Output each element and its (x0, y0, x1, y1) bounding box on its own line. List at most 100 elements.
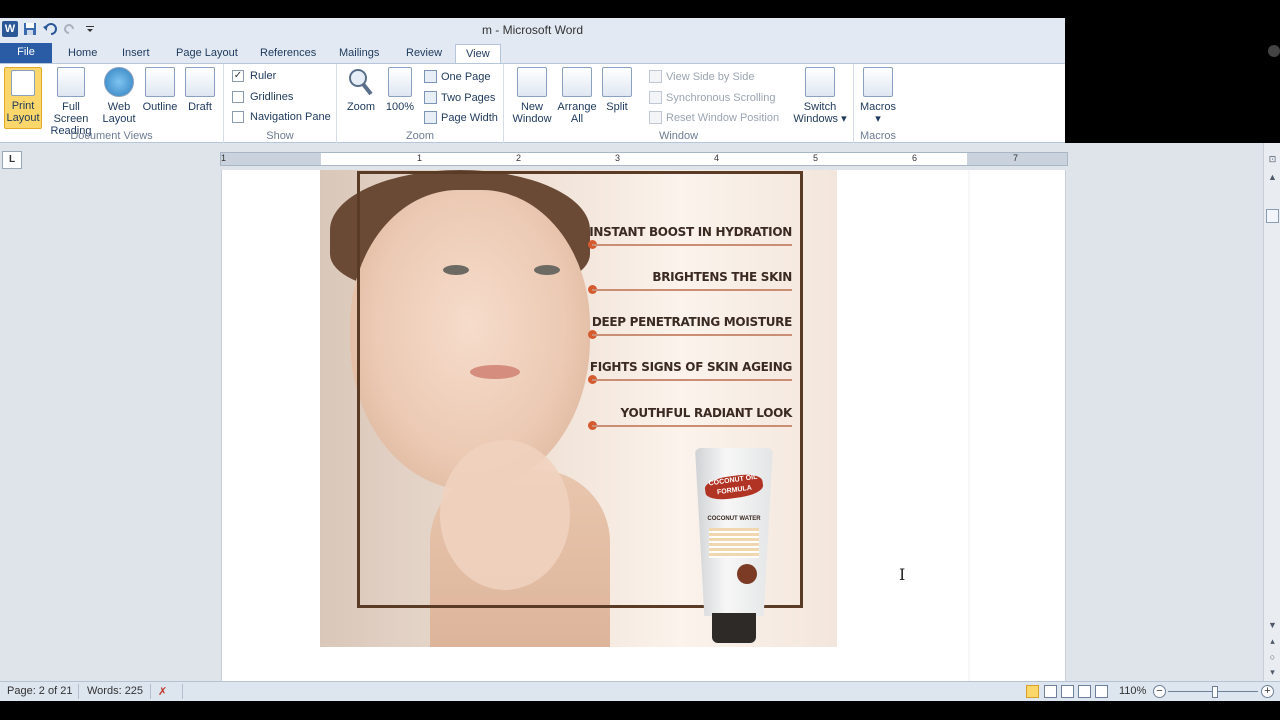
full-screen-reading-view-icon[interactable] (1044, 685, 1057, 698)
zoom-in-icon[interactable]: + (1261, 685, 1274, 698)
group-macros: Macros ▾ Macros (854, 64, 902, 143)
claim-item: YOUTHFUL RADIANT LOOK (588, 406, 798, 430)
word-count[interactable]: Words: 225 (87, 685, 143, 697)
select-browse-object-icon[interactable]: ○ (1266, 651, 1279, 664)
group-document-views: Print Layout Full Screen Reading Web Lay… (0, 64, 224, 143)
page-margin-shade (968, 170, 970, 681)
status-bar: Page: 2 of 21 Words: 225 ✗ 110% − + (0, 681, 1280, 701)
one-page-button[interactable]: One Page (424, 70, 491, 83)
page-indicator[interactable]: Page: 2 of 21 (7, 685, 72, 697)
checkbox-box (232, 91, 244, 103)
zoom-button[interactable]: Zoom (343, 67, 379, 113)
claim-line (592, 379, 792, 381)
ruler-number: 5 (813, 153, 819, 163)
sync-scroll-icon (649, 91, 662, 104)
print-layout-view-icon[interactable] (1026, 685, 1039, 698)
print-layout-button[interactable]: Print Layout (4, 67, 42, 129)
ruler-number: 1 (221, 153, 227, 163)
status-separator (182, 684, 183, 699)
tab-references[interactable]: References (250, 44, 326, 64)
zoom-slider-thumb[interactable] (1212, 686, 1218, 698)
horizontal-ruler[interactable]: 1 1 2 3 4 5 6 7 (220, 152, 1068, 166)
tab-view[interactable]: View (455, 44, 501, 65)
ruler-number: 1 (417, 153, 423, 163)
group-label-document-views: Document Views (70, 130, 153, 142)
scroll-down-icon[interactable]: ▼ (1266, 619, 1279, 632)
ruler-checkbox[interactable]: ✓ Ruler (232, 70, 276, 82)
view-side-by-side-button[interactable]: View Side by Side (649, 70, 754, 83)
claim-item: DEEP PENETRATING MOISTURE (588, 315, 798, 339)
status-separator (78, 684, 79, 699)
claim-text: DEEP PENETRATING MOISTURE (591, 315, 792, 329)
dropdown-arrow-icon: ▾ (841, 113, 847, 125)
arrange-all-icon (562, 67, 592, 97)
group-label-window: Window (658, 130, 699, 142)
draft-icon (185, 67, 215, 97)
side-by-side-icon (649, 70, 662, 83)
new-window-button[interactable]: New Window (510, 67, 554, 125)
inline-image[interactable]: INSTANT BOOST IN HYDRATION BRIGHTENS THE… (320, 170, 837, 647)
tab-mailings[interactable]: Mailings (329, 44, 389, 64)
help-icon[interactable] (1268, 45, 1280, 57)
previous-page-icon[interactable]: ▴ (1266, 635, 1279, 648)
group-label-show: Show (266, 130, 294, 142)
split-button[interactable]: Split (600, 67, 634, 113)
globe-icon (104, 67, 134, 97)
ruler-number: 6 (912, 153, 918, 163)
macros-icon (863, 67, 893, 97)
tab-file[interactable]: File (0, 43, 52, 64)
outline-view-icon[interactable] (1078, 685, 1091, 698)
tab-insert[interactable]: Insert (112, 44, 160, 64)
switch-windows-icon (805, 67, 835, 97)
reset-window-position-button[interactable]: Reset Window Position (649, 111, 779, 124)
zoom-out-icon[interactable]: − (1153, 685, 1166, 698)
full-screen-reading-button[interactable]: Full Screen Reading (44, 67, 98, 137)
gridlines-checkbox[interactable]: Gridlines (232, 91, 293, 103)
scrollbar-thumb[interactable] (1266, 209, 1279, 223)
switch-windows-button[interactable]: Switch Windows ▾ (792, 67, 848, 125)
scroll-up-icon[interactable]: ▲ (1266, 171, 1279, 184)
product-tube: COCONUT OIL FORMULA COCONUT WATER (695, 448, 775, 643)
web-layout-view-icon[interactable] (1061, 685, 1074, 698)
proofing-icon[interactable]: ✗ (158, 685, 167, 698)
title-bar: W m - Microsoft Word (0, 18, 1065, 42)
claim-line (592, 425, 792, 427)
view-ruler-icon[interactable]: ⊡ (1266, 153, 1279, 166)
claim-line (592, 334, 792, 336)
two-pages-button[interactable]: Two Pages (424, 91, 495, 104)
group-label-macros: Macros (859, 130, 897, 142)
macros-button[interactable]: Macros ▾ (858, 67, 898, 125)
ribbon: Print Layout Full Screen Reading Web Lay… (0, 63, 1065, 143)
group-zoom: Zoom 100% One Page Two Pages Page Width … (337, 64, 504, 143)
ribbon-tabs: File Home Insert Page Layout References … (0, 42, 1065, 65)
navigation-pane-checkbox[interactable]: Navigation Pane (232, 111, 331, 123)
split-icon (602, 67, 632, 97)
draft-button[interactable]: Draft (182, 67, 218, 113)
vertical-scrollbar[interactable]: ⊡ ▲ ▼ ▴ ○ ▾ (1263, 143, 1280, 681)
reset-window-icon (649, 111, 662, 124)
next-page-icon[interactable]: ▾ (1266, 666, 1279, 679)
web-layout-button[interactable]: Web Layout (100, 67, 138, 125)
tube-cap (712, 613, 756, 643)
tab-page-layout[interactable]: Page Layout (166, 44, 248, 64)
group-window: New Window Arrange All Split View Side b… (504, 64, 854, 143)
outline-button[interactable]: Outline (140, 67, 180, 113)
tab-stop-icon: L (2, 151, 22, 169)
synchronous-scrolling-button[interactable]: Synchronous Scrolling (649, 91, 775, 104)
arrange-all-button[interactable]: Arrange All (556, 67, 598, 125)
zoom-level[interactable]: 110% (1119, 685, 1146, 697)
zoom-100-icon (388, 67, 412, 97)
tab-home[interactable]: Home (58, 44, 107, 64)
page-width-icon (424, 111, 437, 124)
zoom-100-button[interactable]: 100% (383, 67, 417, 113)
ruler-number: 2 (516, 153, 522, 163)
dropdown-arrow-icon: ▾ (875, 113, 881, 125)
tab-selector[interactable]: L (0, 151, 23, 169)
draft-view-icon[interactable] (1095, 685, 1108, 698)
group-show: ✓ Ruler Gridlines Navigation Pane Show (224, 64, 337, 143)
one-page-icon (424, 70, 437, 83)
text-cursor-icon: I (899, 565, 906, 584)
product-subtext-lines (709, 528, 759, 558)
page-width-button[interactable]: Page Width (424, 111, 498, 124)
tab-review[interactable]: Review (396, 44, 452, 64)
